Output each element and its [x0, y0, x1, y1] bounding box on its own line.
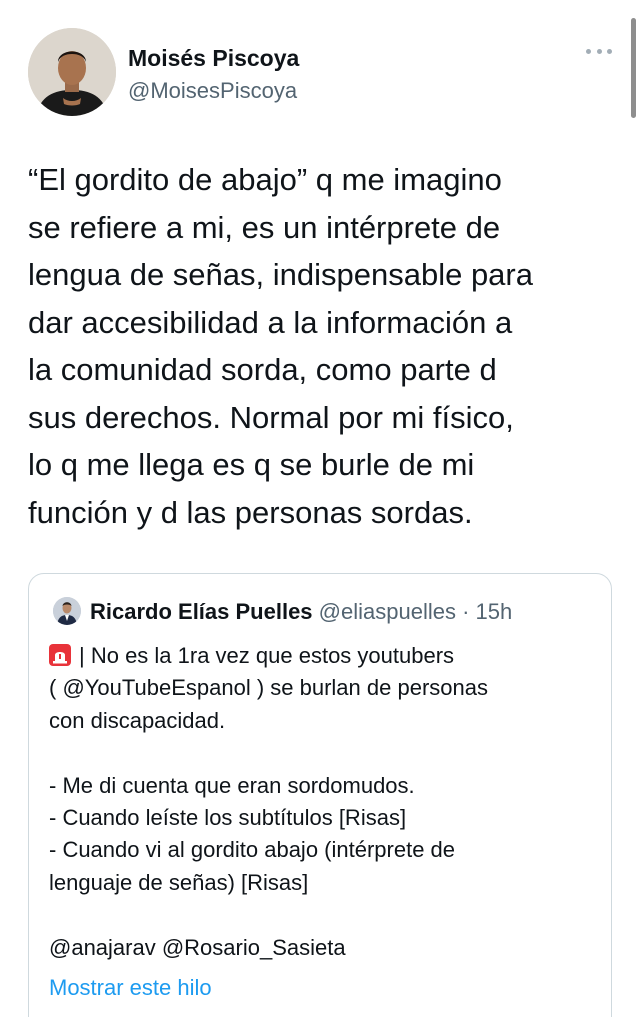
quoted-text-line-content: | No es la 1ra vez que estos youtubers [79, 643, 455, 668]
quoted-profile-photo-icon [53, 597, 81, 625]
show-thread-link[interactable]: Mostrar este hilo [49, 975, 212, 1001]
tweet-text-line: “El gordito de abajo” q me imagino [28, 162, 502, 197]
quoted-tweet-card[interactable]: Ricardo Elías Puelles @eliaspuelles · 15… [28, 573, 612, 1017]
tweet-text: “El gordito de abajo” q me imagino se re… [28, 156, 628, 536]
quoted-separator: · [462, 599, 470, 624]
quoted-text-line: - Cuando vi al gordito abajo (intérprete… [49, 837, 456, 863]
quoted-text-line: con discapacidad. [49, 707, 226, 733]
quoted-text-line [49, 737, 599, 769]
avatar[interactable] [28, 28, 116, 116]
tweet-text-line: la comunidad sorda, como parte d [28, 352, 497, 387]
author-username[interactable]: @MoisesPiscoya [128, 78, 297, 104]
quoted-text-line: lenguaje de señas) [Risas] [49, 869, 309, 895]
quoted-display-name[interactable]: Ricardo Elías Puelles [90, 599, 313, 624]
quoted-text-line: | No es la 1ra vez que estos youtubers [49, 640, 599, 672]
quoted-tweet-text: | No es la 1ra vez que estos youtubers (… [49, 640, 599, 964]
tweet-text-line: función y d las personas sordas. [28, 494, 473, 530]
quoted-text-line: ( @YouTubeEspanol ) se burlan de persona… [49, 675, 488, 701]
tweet-page: Moisés Piscoya @MoisesPiscoya “El gordit… [0, 0, 640, 1017]
more-options-icon[interactable] [586, 46, 612, 56]
rotating-light-icon [49, 644, 71, 666]
author-display-name[interactable]: Moisés Piscoya [128, 45, 299, 72]
tweet-text-line: se refiere a mi, es un intérprete de [28, 209, 501, 245]
tweet-text-line: lengua de señas, indispensable para [28, 257, 533, 292]
scrollbar[interactable] [631, 18, 636, 118]
quoted-text-line: - Cuando leíste los subtítulos [Risas] [49, 804, 407, 830]
tweet-text-line: lo q me llega es q se burle de mi [28, 447, 475, 482]
quoted-username[interactable]: @eliaspuelles [319, 599, 456, 624]
tweet-text-line: dar accesibilidad a la información a [28, 304, 513, 340]
quoted-avatar[interactable] [53, 597, 81, 625]
quoted-text-line: @anajarav @Rosario_Sasieta [49, 934, 346, 960]
quoted-timestamp[interactable]: 15h [476, 599, 513, 624]
quoted-header: Ricardo Elías Puelles @eliaspuelles · 15… [90, 599, 512, 625]
tweet-text-line: sus derechos. Normal por mi físico, [28, 399, 514, 435]
profile-photo-icon [28, 28, 116, 116]
tweet-header: Moisés Piscoya @MoisesPiscoya [28, 28, 618, 120]
quoted-text-line [49, 899, 599, 931]
quoted-text-line: - Me di cuenta que eran sordomudos. [49, 772, 415, 798]
